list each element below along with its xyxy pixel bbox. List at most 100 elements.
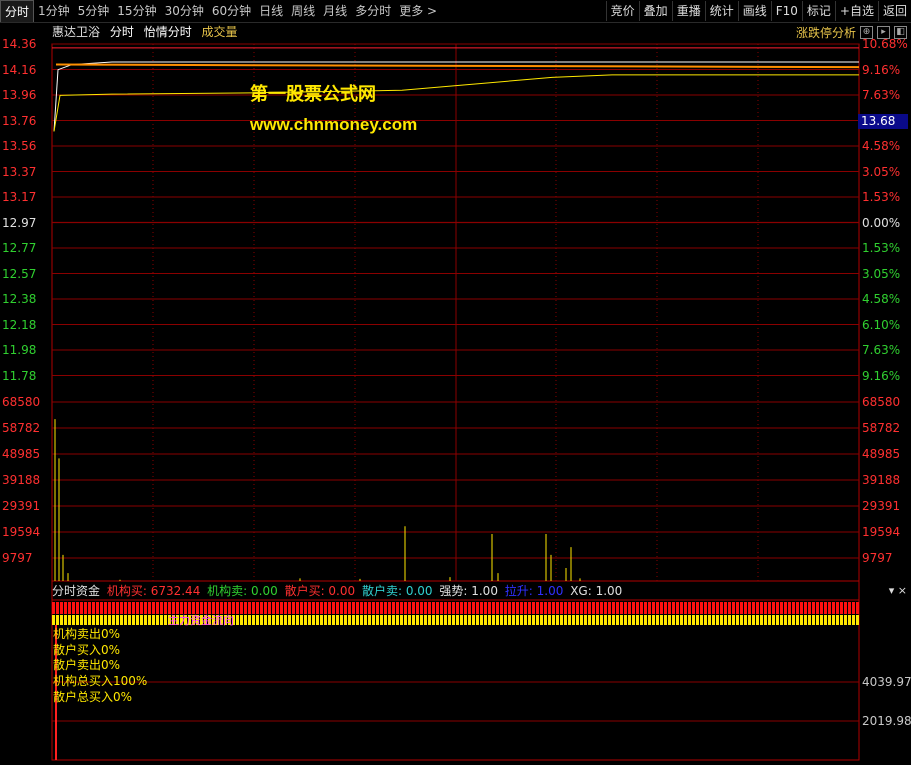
fund-band-yellow — [396, 615, 399, 625]
price-axis-label: 11.98 — [2, 343, 37, 357]
fund-band-red — [568, 602, 571, 614]
fund-band-red — [328, 602, 331, 614]
fund-band-yellow — [708, 615, 711, 625]
fund-band-yellow — [460, 615, 463, 625]
fund-axis-label: 4039.97 — [862, 675, 911, 689]
fund-band-yellow — [772, 615, 775, 625]
fund-band-yellow — [144, 615, 147, 625]
fund-band-red — [588, 602, 591, 614]
fund-band-red — [168, 602, 171, 614]
fund-band-yellow — [572, 615, 575, 625]
fund-line: 散户买入0% — [53, 643, 121, 657]
fund-band-red — [584, 602, 587, 614]
fund-line: 机构卖出0% — [53, 627, 121, 641]
fund-line: 机构总买入100% — [53, 674, 148, 688]
fund-band-yellow — [248, 615, 251, 625]
fund-band-yellow — [852, 615, 855, 625]
fund-band-yellow — [444, 615, 447, 625]
fund-band-yellow — [588, 615, 591, 625]
fund-band-yellow — [304, 615, 307, 625]
fund-item: 拉升: 1.00 — [504, 584, 564, 598]
fund-band-red — [60, 602, 63, 614]
fund-band-red — [788, 602, 791, 614]
fund-band-red — [732, 602, 735, 614]
fund-band-yellow — [580, 615, 583, 625]
percent-axis-label: 3.05% — [862, 164, 901, 179]
fund-band-red — [700, 602, 703, 614]
fund-band-yellow — [804, 615, 807, 625]
fund-band-red — [544, 602, 547, 614]
fund-item: 强势: 1.00 — [439, 584, 498, 598]
fund-panel-controls[interactable]: ▾ × — [889, 584, 907, 597]
fund-band-yellow — [492, 615, 495, 625]
fund-band-yellow — [112, 615, 115, 625]
fund-band-yellow — [372, 615, 375, 625]
fund-band-red — [348, 602, 351, 614]
fund-item: 机构卖: 0.00 — [207, 584, 278, 598]
fund-band-yellow — [368, 615, 371, 625]
fund-band-yellow — [340, 615, 343, 625]
fund-band-red — [628, 602, 631, 614]
fund-band-red — [176, 602, 179, 614]
fund-band-red — [704, 602, 707, 614]
fund-band-red — [536, 602, 539, 614]
fund-band-yellow — [160, 615, 163, 625]
fund-band-yellow — [508, 615, 511, 625]
fund-band-yellow — [264, 615, 267, 625]
fund-band-red — [352, 602, 355, 614]
fund-band-red — [520, 602, 523, 614]
fund-band-red — [696, 602, 699, 614]
fund-band-red — [252, 602, 255, 614]
fund-band-red — [524, 602, 527, 614]
fund-item: 机构买: 6732.44 — [106, 584, 201, 598]
volume-axis-label: 58782 — [2, 421, 41, 435]
fund-band-red — [300, 602, 303, 614]
fund-band-red — [716, 602, 719, 614]
fund-band-red — [344, 602, 347, 614]
fund-band-red — [276, 602, 279, 614]
fund-band-yellow — [256, 615, 259, 625]
fund-band-yellow — [520, 615, 523, 625]
fund-band-red — [444, 602, 447, 614]
fund-band-red — [440, 602, 443, 614]
fund-band-yellow — [648, 615, 651, 625]
fund-band-red — [88, 602, 91, 614]
fund-band-red — [76, 602, 79, 614]
fund-band-yellow — [784, 615, 787, 625]
fund-band-red — [308, 602, 311, 614]
fund-band-red — [224, 602, 227, 614]
fund-band-yellow — [240, 615, 243, 625]
fund-band-yellow — [696, 615, 699, 625]
fund-band-red — [84, 602, 87, 614]
fund-axis-label: 2019.98 — [862, 714, 911, 728]
fund-band-red — [304, 602, 307, 614]
fund-band-red — [692, 602, 695, 614]
fund-band-red — [260, 602, 263, 614]
fund-item: 散户卖: 0.00 — [361, 584, 433, 598]
fund-band-yellow — [152, 615, 155, 625]
fund-band-red — [236, 602, 239, 614]
fund-band-yellow — [424, 615, 427, 625]
fund-band-red — [500, 602, 503, 614]
fund-band-yellow — [680, 615, 683, 625]
fund-band-yellow — [748, 615, 751, 625]
fund-band-yellow — [84, 615, 87, 625]
fund-band-red — [132, 602, 135, 614]
fund-band-yellow — [376, 615, 379, 625]
fund-band-yellow — [808, 615, 811, 625]
fund-band-yellow — [448, 615, 451, 625]
fund-band-red — [408, 602, 411, 614]
fund-item: 散户买: 0.00 — [284, 584, 356, 598]
percent-axis-label: 10.68% — [862, 37, 908, 51]
intraday-chart[interactable] — [0, 0, 911, 765]
percent-axis-label: 1.53% — [862, 190, 901, 204]
fund-band-yellow — [68, 615, 71, 625]
percent-axis-label: 0.00% — [862, 215, 901, 230]
percent-axis-label: 4.58% — [862, 139, 901, 153]
fund-band-yellow — [584, 615, 587, 625]
fund-band-yellow — [604, 615, 607, 625]
fund-band-yellow — [148, 615, 151, 625]
fund-band-red — [476, 602, 479, 614]
fund-band-yellow — [712, 615, 715, 625]
fund-band-red — [56, 602, 59, 614]
